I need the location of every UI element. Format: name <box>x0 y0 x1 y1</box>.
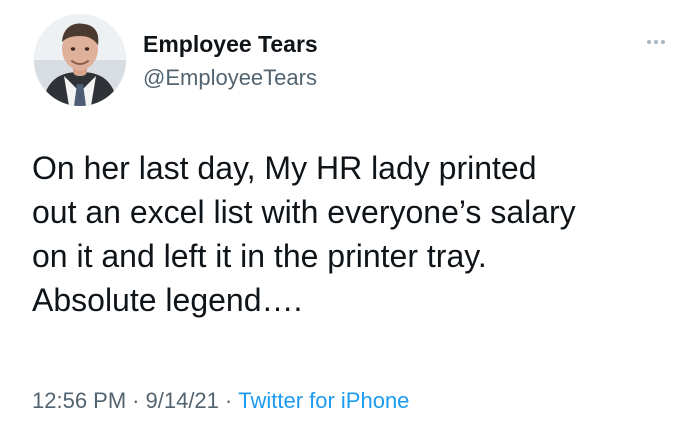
tweet-metadata: 12:56 PM · 9/14/21 · Twitter for iPhone <box>32 386 692 416</box>
tweet-date[interactable]: 9/14/21 <box>146 388 219 413</box>
more-horizontal-icon[interactable] <box>640 32 672 52</box>
tweet-card: Employee Tears @EmployeeTears On her las… <box>0 0 700 425</box>
metadata-separator: · <box>132 388 140 413</box>
avatar[interactable] <box>34 14 126 106</box>
more-dot <box>654 40 658 44</box>
tweet-header: Employee Tears @EmployeeTears <box>34 14 682 108</box>
tweet-time[interactable]: 12:56 PM <box>32 388 126 413</box>
author-names: Employee Tears @EmployeeTears <box>143 29 318 93</box>
tweet-text: On her last day, My HR lady printed out … <box>32 150 576 318</box>
more-dot <box>647 40 651 44</box>
avatar-photo-icon <box>34 14 126 106</box>
user-handle[interactable]: @EmployeeTears <box>143 63 318 93</box>
tweet-source[interactable]: Twitter for iPhone <box>238 388 409 413</box>
display-name[interactable]: Employee Tears <box>143 29 318 59</box>
more-dot <box>661 40 665 44</box>
metadata-separator: · <box>224 388 233 413</box>
